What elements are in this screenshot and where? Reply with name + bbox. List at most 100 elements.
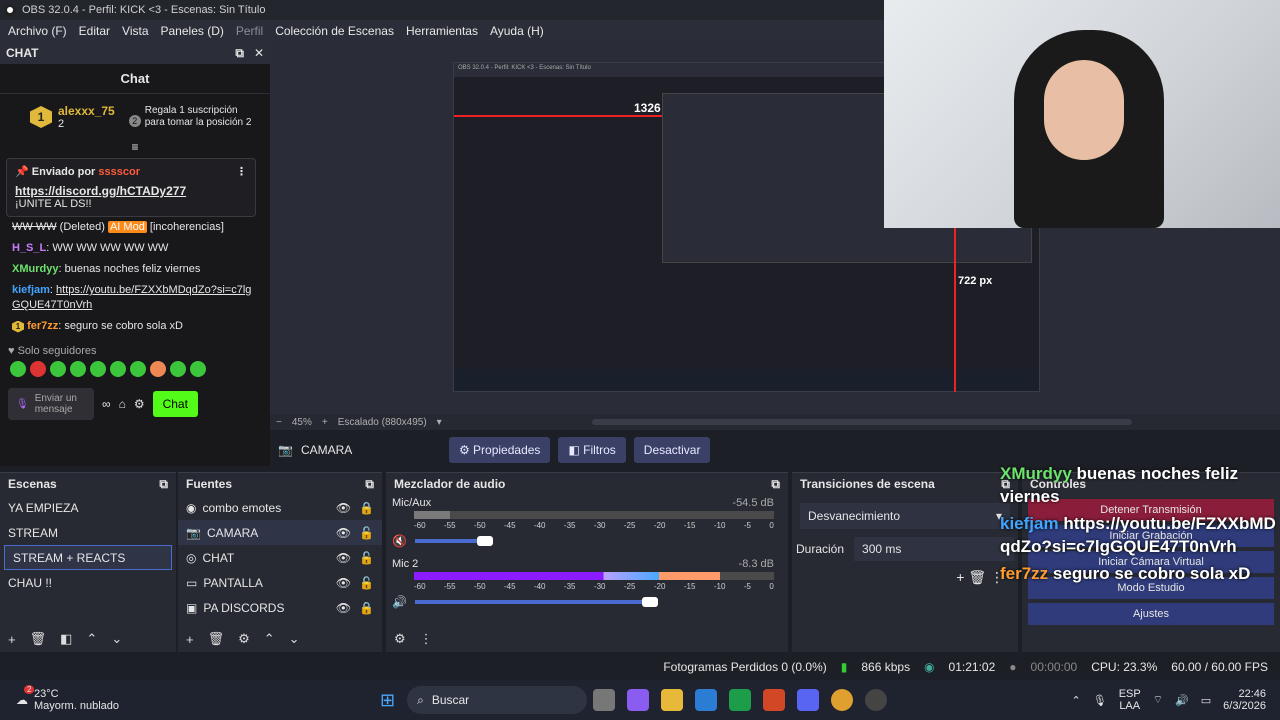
source-item[interactable]: ▣ PA DISCORDS 👁 🔒	[178, 595, 382, 620]
store-icon[interactable]: ⌂	[119, 397, 126, 411]
emote-icon[interactable]	[110, 361, 126, 377]
trash-icon[interactable]: 🗑	[968, 569, 986, 585]
volume-slider[interactable]	[414, 536, 493, 546]
menu-icon[interactable]: ⋮	[420, 631, 433, 647]
emote-icon[interactable]	[30, 361, 46, 377]
volume-slider[interactable]	[414, 597, 658, 607]
float-icon[interactable]: ⧉	[235, 46, 244, 61]
scene-item[interactable]: CHAU !!	[0, 570, 176, 595]
up-icon[interactable]: ⌃	[264, 631, 275, 647]
down-icon[interactable]: ⌄	[289, 631, 300, 647]
word-icon[interactable]	[695, 689, 718, 711]
menu-archivo[interactable]: Archivo (F)	[2, 24, 73, 38]
float-icon[interactable]: ⧉	[365, 477, 374, 492]
discord-icon[interactable]	[797, 689, 820, 711]
add-icon[interactable]: +	[186, 632, 194, 647]
transition-select[interactable]: Desvanecimiento ▾	[800, 503, 1010, 529]
zoom-out-icon[interactable]: −	[276, 417, 282, 428]
preview-scrollbar[interactable]	[591, 419, 1132, 425]
obs-icon[interactable]	[865, 689, 888, 711]
task-view-icon[interactable]	[593, 689, 616, 711]
lock-icon[interactable]: 🔒	[359, 501, 374, 515]
menu-vista[interactable]: Vista	[116, 24, 154, 38]
lock-icon[interactable]: 🔓	[359, 576, 374, 590]
emote-icon[interactable]	[70, 361, 86, 377]
speaker-icon[interactable]: 🔊	[392, 595, 407, 609]
eye-icon[interactable]: 👁	[336, 601, 351, 615]
eye-icon[interactable]: 👁	[336, 576, 351, 590]
add-icon[interactable]: +	[956, 569, 964, 585]
weather-widget[interactable]: ☁ 2 23°C Mayorm. nublado	[0, 685, 380, 712]
msg-user[interactable]: XMurdyy	[12, 263, 58, 275]
down-icon[interactable]: ⌄	[111, 631, 122, 647]
emote-icon[interactable]	[170, 361, 186, 377]
windows-start-icon[interactable]: ⊞	[380, 690, 395, 711]
msg-user[interactable]: H_S_L	[12, 242, 46, 254]
lock-icon[interactable]: 🔓	[359, 526, 374, 540]
source-item[interactable]: ▭ PANTALLA 👁 🔓	[178, 570, 382, 595]
chevron-up-icon[interactable]: ⌃	[1072, 694, 1081, 707]
gear-icon[interactable]: ⚙	[238, 631, 250, 647]
emote-icon[interactable]	[10, 361, 26, 377]
advanced-audio-icon[interactable]: ⚙	[394, 631, 406, 647]
msg-user[interactable]: fer7zz	[27, 320, 58, 332]
emote-icon[interactable]	[150, 361, 166, 377]
copilot-icon[interactable]	[627, 689, 650, 711]
emote-icon[interactable]	[50, 361, 66, 377]
filters-button[interactable]: ◧ Filtros	[558, 437, 626, 463]
scene-item[interactable]: STREAM	[0, 520, 176, 545]
more-icon[interactable]: ⋮	[236, 165, 247, 178]
source-item[interactable]: 📷 CAMARA 👁 🔓	[178, 520, 382, 545]
properties-button[interactable]: ⚙ Propiedades	[448, 437, 551, 463]
eye-icon[interactable]: 👁	[336, 526, 351, 540]
trash-icon[interactable]: 🗑	[30, 631, 47, 647]
file-explorer-icon[interactable]	[661, 689, 684, 711]
mic-icon[interactable]: 🎙	[1093, 694, 1107, 707]
menu-editar[interactable]: Editar	[73, 24, 116, 38]
collapse-icon[interactable]: ≡	[0, 140, 270, 154]
eye-icon[interactable]: 👁	[336, 501, 351, 515]
menu-paneles[interactable]: Paneles (D)	[155, 24, 230, 38]
mic-icon[interactable]: 🎙	[16, 399, 29, 410]
clock-time[interactable]: 22:46	[1223, 688, 1266, 700]
scaling-dropdown-icon[interactable]: ▾	[437, 417, 442, 428]
volume-icon[interactable]: 🔊	[1175, 694, 1189, 707]
up-icon[interactable]: ⌃	[86, 631, 97, 647]
chrome-icon[interactable]	[831, 689, 854, 711]
close-icon[interactable]: ✕	[254, 46, 264, 61]
emote-icon[interactable]	[90, 361, 106, 377]
battery-icon[interactable]: ▭	[1201, 694, 1211, 707]
emote-icon[interactable]	[190, 361, 206, 377]
menu-coleccion[interactable]: Colección de Escenas	[269, 24, 400, 38]
float-icon[interactable]: ⧉	[771, 477, 780, 492]
powerpoint-icon[interactable]	[763, 689, 786, 711]
trash-icon[interactable]: 🗑	[208, 631, 225, 647]
gear-icon[interactable]: ⚙	[134, 397, 145, 411]
source-item[interactable]: ◎ CHAT 👁 🔓	[178, 545, 382, 570]
language[interactable]: ESP	[1119, 688, 1141, 700]
menu-herramientas[interactable]: Herramientas	[400, 24, 484, 38]
lock-icon[interactable]: 🔓	[359, 551, 374, 565]
float-icon[interactable]: ⧉	[159, 477, 168, 492]
menu-perfil[interactable]: Perfil	[230, 24, 269, 38]
settings-button[interactable]: Ajustes	[1028, 603, 1274, 625]
scene-item[interactable]: YA EMPIEZA	[0, 495, 176, 520]
deactivate-button[interactable]: Desactivar	[633, 437, 711, 463]
emote-icon[interactable]	[130, 361, 146, 377]
scene-item-selected[interactable]: STREAM + REACTS	[4, 545, 172, 570]
msg-user[interactable]: kiefjam	[12, 284, 50, 296]
chat-input[interactable]: 🎙 Enviar un mensaje	[8, 388, 94, 420]
excel-icon[interactable]	[729, 689, 752, 711]
pinned-link[interactable]: https://discord.gg/hCTADy277	[15, 184, 247, 198]
zoom-in-icon[interactable]: +	[322, 417, 328, 428]
duration-input[interactable]: 300 ms	[854, 537, 1014, 561]
wifi-icon[interactable]: ⌔	[1153, 693, 1163, 707]
add-icon[interactable]: +	[8, 632, 16, 647]
muted-speaker-icon[interactable]: 🔇	[392, 534, 407, 548]
infinity-icon[interactable]: ∞	[102, 397, 111, 411]
taskbar-search[interactable]: ⌕ Buscar	[407, 686, 588, 714]
send-chat-button[interactable]: Chat	[152, 391, 198, 417]
eye-icon[interactable]: 👁	[336, 551, 351, 565]
source-item[interactable]: ◉ combo emotes 👁 🔒	[178, 495, 382, 520]
lock-icon[interactable]: 🔒	[359, 601, 374, 615]
